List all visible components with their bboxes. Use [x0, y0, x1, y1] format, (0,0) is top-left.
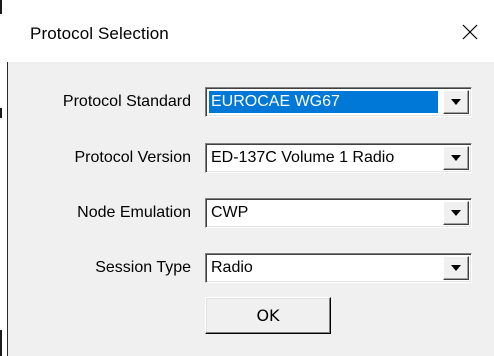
chevron-down-icon — [451, 210, 461, 216]
session-type-select[interactable]: Radio — [205, 253, 472, 283]
protocol-version-label: Protocol Version — [74, 149, 191, 166]
title-bar[interactable]: Protocol Selection — [8, 0, 494, 62]
background-window-border — [0, 330, 2, 356]
close-button[interactable] — [452, 14, 488, 50]
node-emulation-label: Node Emulation — [77, 204, 191, 221]
background-window-edge — [0, 0, 8, 356]
protocol-standard-select[interactable]: EUROCAE WG67 — [205, 87, 472, 117]
protocol-standard-label: Protocol Standard — [62, 93, 191, 110]
chevron-down-icon — [451, 265, 461, 271]
session-type-label: Session Type — [95, 259, 191, 276]
protocol-selection-dialog: Protocol Selection Protocol Standard EUR… — [8, 0, 494, 356]
protocol-version-dropdown-button[interactable] — [443, 146, 469, 170]
protocol-version-select[interactable]: ED-137C Volume 1 Radio — [205, 143, 472, 173]
protocol-version-value: ED-137C Volume 1 Radio — [211, 149, 395, 166]
chevron-down-icon — [451, 99, 461, 105]
background-window-border — [0, 0, 2, 14]
session-type-dropdown-button[interactable] — [443, 256, 469, 280]
chevron-down-icon — [451, 155, 461, 161]
protocol-standard-dropdown-button[interactable] — [443, 90, 469, 114]
background-window-border — [0, 108, 2, 118]
protocol-standard-value: EUROCAE WG67 — [209, 91, 438, 113]
node-emulation-value: CWP — [211, 204, 249, 221]
node-emulation-select[interactable]: CWP — [205, 198, 472, 228]
window-title: Protocol Selection — [30, 24, 169, 43]
close-icon — [462, 24, 478, 40]
node-emulation-dropdown-button[interactable] — [443, 201, 469, 225]
session-type-value: Radio — [211, 259, 253, 276]
ok-button[interactable]: OK — [205, 297, 331, 334]
